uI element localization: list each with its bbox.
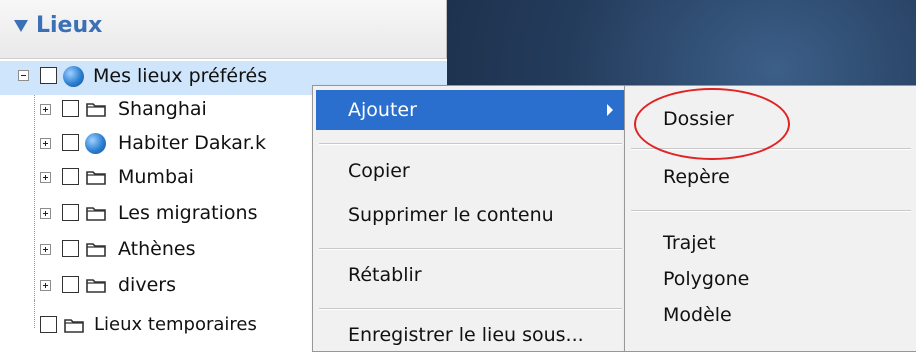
menu-item-save-as-label: Enregistrer le lieu sous... xyxy=(348,324,584,346)
menu-item-copy-label: Copier xyxy=(348,160,410,182)
globe-icon xyxy=(85,133,106,154)
submenu-item-placemark-label: Repère xyxy=(663,166,730,188)
folder-icon xyxy=(86,279,106,293)
globe-icon xyxy=(63,66,84,87)
menu-separator xyxy=(319,308,622,310)
menu-item-add[interactable]: Ajouter xyxy=(316,90,625,130)
folder-icon xyxy=(64,319,84,333)
menu-item-delete-content-label: Supprimer le contenu xyxy=(348,204,554,226)
submenu-item-path-label: Trajet xyxy=(663,232,716,254)
tree-item-label: divers xyxy=(118,274,176,296)
menu-item-save-as[interactable]: Enregistrer le lieu sous... xyxy=(348,324,584,346)
tree-item-label: Les migrations xyxy=(118,202,258,224)
places-panel-header[interactable]: Lieux xyxy=(0,0,447,59)
panel-title: Lieux xyxy=(36,13,103,38)
folder-icon xyxy=(86,243,106,257)
collapse-icon[interactable] xyxy=(18,70,29,81)
menu-separator xyxy=(319,248,622,250)
submenu-item-polygon[interactable]: Polygone xyxy=(663,268,749,290)
tree-item-label: Habiter Dakar.k xyxy=(118,132,266,154)
folder-icon xyxy=(86,103,106,117)
tree-item-label: Shanghai xyxy=(118,98,207,120)
submenu-item-placemark[interactable]: Repère xyxy=(663,166,730,188)
tree-item-label: Athènes xyxy=(118,238,196,260)
submenu-item-path[interactable]: Trajet xyxy=(663,232,716,254)
temp-places-label: Lieux temporaires xyxy=(94,314,257,335)
item-checkbox[interactable] xyxy=(62,134,79,151)
submenu-item-model-label: Modèle xyxy=(663,304,732,326)
red-highlight-ring xyxy=(634,88,790,160)
expand-icon[interactable] xyxy=(40,104,51,115)
submenu-item-polygon-label: Polygone xyxy=(663,268,750,290)
folder-icon xyxy=(86,171,106,185)
expand-icon[interactable] xyxy=(40,280,51,291)
menu-item-delete-content[interactable]: Supprimer le contenu xyxy=(348,204,554,226)
item-checkbox[interactable] xyxy=(62,100,79,117)
submenu-item-model[interactable]: Modèle xyxy=(663,304,732,326)
my-places-label: Mes lieux préférés xyxy=(93,65,268,87)
menu-item-add-label: Ajouter xyxy=(348,99,417,121)
menu-separator xyxy=(319,143,622,145)
menu-item-copy[interactable]: Copier xyxy=(348,160,410,182)
expand-icon[interactable] xyxy=(40,208,51,219)
item-checkbox[interactable] xyxy=(62,204,79,221)
my-places-checkbox[interactable] xyxy=(40,67,57,84)
expand-icon[interactable] xyxy=(40,138,51,149)
menu-item-restore-label: Rétablir xyxy=(348,264,422,286)
item-checkbox[interactable] xyxy=(62,240,79,257)
tree-item-label: Mumbai xyxy=(118,166,194,188)
menu-separator xyxy=(631,210,911,212)
temp-places-checkbox[interactable] xyxy=(40,316,57,333)
menu-item-restore[interactable]: Rétablir xyxy=(348,264,422,286)
context-menu: Ajouter Copier Supprimer le contenu Réta… xyxy=(312,85,629,352)
collapse-triangle-icon[interactable] xyxy=(14,20,28,32)
submenu-arrow-icon xyxy=(607,104,613,116)
expand-icon[interactable] xyxy=(40,172,51,183)
item-checkbox[interactable] xyxy=(62,276,79,293)
folder-icon xyxy=(86,207,106,221)
expand-icon[interactable] xyxy=(40,244,51,255)
item-checkbox[interactable] xyxy=(62,168,79,185)
